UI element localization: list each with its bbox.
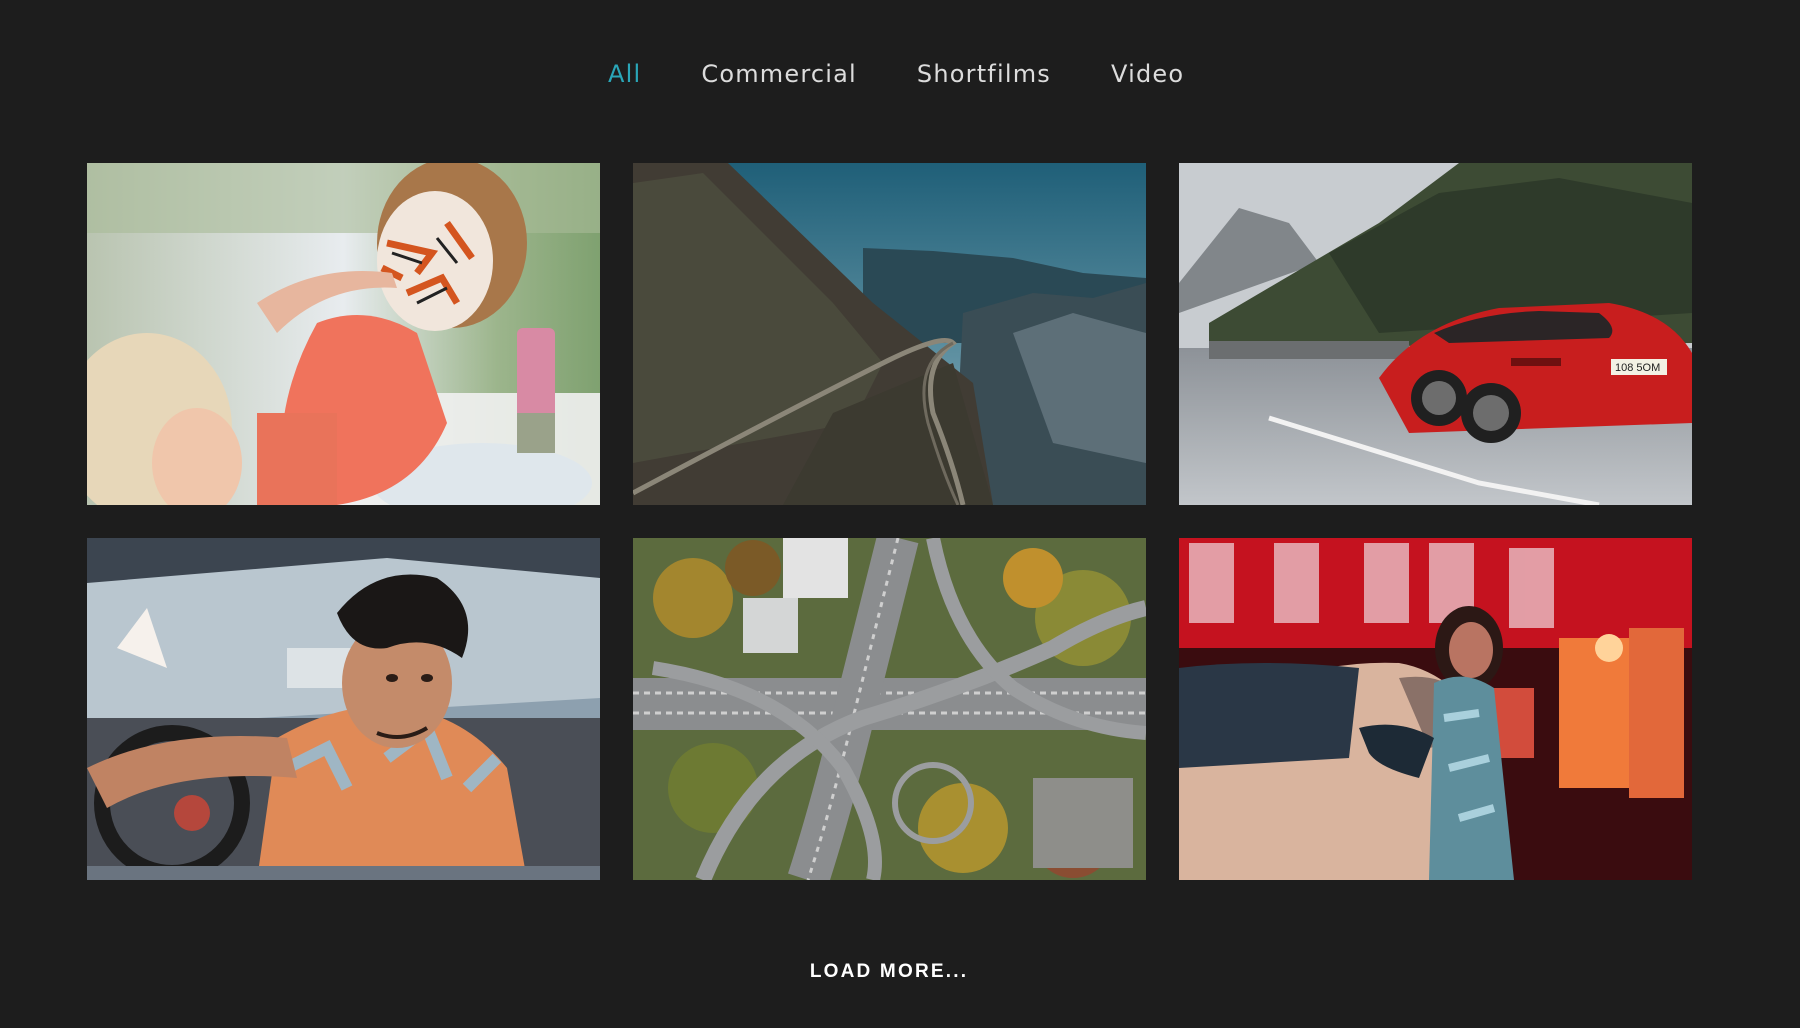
tab-video[interactable]: Video bbox=[1111, 60, 1184, 88]
portfolio-page: All Commercial Shortfilms Video 108 5OM … bbox=[0, 0, 1800, 1028]
gallery-item-man-in-car[interactable] bbox=[87, 538, 600, 880]
tab-all[interactable]: All bbox=[608, 60, 641, 88]
gallery-item-woman-red-building[interactable] bbox=[1179, 538, 1692, 880]
tab-shortfilms[interactable]: Shortfilms bbox=[917, 60, 1051, 88]
woman-red-building-image bbox=[1179, 538, 1692, 880]
gallery-item-red-sports-car[interactable]: 108 5OM bbox=[1179, 163, 1692, 505]
license-plate: 108 5OM bbox=[1615, 362, 1660, 374]
tab-commercial[interactable]: Commercial bbox=[701, 60, 857, 88]
face-paint-child-image bbox=[87, 163, 600, 505]
gallery-item-face-paint-child[interactable] bbox=[87, 163, 600, 505]
gallery-item-mountain-road[interactable] bbox=[633, 163, 1146, 505]
mountain-road-image bbox=[633, 163, 1146, 505]
load-more-button[interactable]: LOAD MORE... bbox=[0, 961, 1778, 983]
highway-interchange-image bbox=[633, 538, 1146, 880]
filter-tabs: All Commercial Shortfilms Video bbox=[608, 60, 1184, 88]
man-in-car-image bbox=[87, 538, 600, 880]
gallery-item-highway-interchange[interactable] bbox=[633, 538, 1146, 880]
red-sports-car-image: 108 5OM bbox=[1179, 163, 1692, 505]
video-gallery: 108 5OM bbox=[87, 163, 1692, 880]
